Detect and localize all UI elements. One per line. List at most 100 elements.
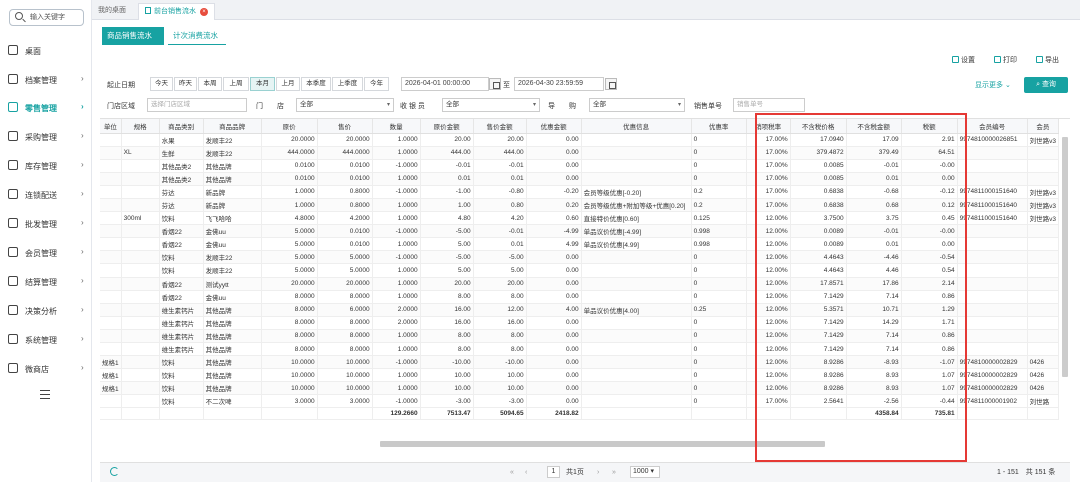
table-row[interactable]: 维生素钙片 其他品牌 8.0000 6.0000 2.0000 16.00 12.00 4.0… <box>100 303 1060 317</box>
column-header[interactable]: 单位 <box>100 119 122 134</box>
column-header[interactable]: 原价金额 <box>420 119 474 134</box>
column-header[interactable]: 会员 <box>1027 119 1060 134</box>
table-cell: -1.0000 <box>372 394 421 409</box>
sidebar-item-delivery[interactable]: 连锁配送 › <box>0 186 92 204</box>
tab-goods-sales[interactable]: 商品销售流水 <box>102 27 164 45</box>
column-header[interactable]: 优惠金额 <box>526 119 582 134</box>
date-preset-button[interactable]: 上月 <box>276 77 300 91</box>
column-header[interactable]: 售价金额 <box>473 119 527 134</box>
horizontal-scrollbar[interactable] <box>380 441 825 447</box>
calendar-icon[interactable] <box>489 78 501 90</box>
sidebar-item-analysis[interactable]: 决策分析 › <box>0 302 92 320</box>
column-header[interactable]: 售价 <box>317 119 373 134</box>
vertical-scrollbar[interactable] <box>1062 137 1068 377</box>
table-row[interactable]: 香烟22 测试yytt 20.0000 20.0000 1.0000 20.00 20.00… <box>100 277 1060 291</box>
table-row[interactable]: 芬达 新品牌 1.0000 0.8000 1.0000 1.00 0.80 0.20 会员等级优… <box>100 198 1060 213</box>
table-cell <box>957 342 1028 357</box>
date-preset-button[interactable]: 本季度 <box>301 77 331 91</box>
sidebar-item-member[interactable]: 会员管理 › <box>0 244 92 262</box>
cashier-select[interactable]: 全部 ▾ <box>442 98 540 112</box>
prev-page-button[interactable]: ‹ <box>525 467 527 478</box>
column-header[interactable]: 不含税价格 <box>790 119 847 134</box>
table-row[interactable]: 香烟22 金佛uu 5.0000 0.0100 -1.0000 -5.00 -0.01 -4.… <box>100 224 1060 239</box>
table-cell: 0.00 <box>526 263 582 278</box>
column-header[interactable]: 优惠信息 <box>581 119 692 134</box>
table-row[interactable]: 规格1 饮料 其他品牌 10.0000 10.0000 -1.0000 -10.00 -10.… <box>100 355 1060 370</box>
table-row[interactable]: 规格1 饮料 其他品牌 10.0000 10.0000 1.0000 10.00 10.00 0… <box>100 381 1060 396</box>
store-select[interactable]: 全部 ▾ <box>296 98 394 112</box>
print-button[interactable]: 打印 <box>994 55 1017 68</box>
column-header[interactable]: 税额 <box>901 119 958 134</box>
page-number-input[interactable]: 1 <box>547 466 560 478</box>
sidebar-item-inventory[interactable]: 库存管理 › <box>0 157 92 175</box>
table-row[interactable]: 其他品类2 其他品牌 0.0100 0.0100 1.0000 0.01 0.01 0.00 0… <box>100 172 1060 186</box>
table-row[interactable]: 维生素钙片 其他品牌 8.0000 8.0000 2.0000 16.00 16.00 0.0… <box>100 316 1060 330</box>
column-header[interactable]: 会员编号 <box>957 119 1028 134</box>
column-header[interactable]: 销项税率 <box>746 119 791 134</box>
sidebar-item-retail[interactable]: 零售管理 › <box>0 99 92 117</box>
next-page-button[interactable]: › <box>597 467 599 478</box>
page-size-select[interactable]: 1000 ▾ <box>630 466 660 478</box>
settings-button[interactable]: 设置 <box>952 55 975 68</box>
date-preset-button[interactable]: 上周 <box>223 77 249 91</box>
column-header[interactable]: 优惠率 <box>691 119 747 134</box>
tab-sales-flow[interactable]: 前台销售流水 × <box>138 3 215 20</box>
table-row[interactable]: 维生素钙片 其他品牌 8.0000 8.0000 1.0000 8.00 8.00 0.00 0… <box>100 342 1060 357</box>
table-row[interactable]: 饮料 不二次啤 3.0000 3.0000 -1.0000 -3.00 -3.00 0.00 0… <box>100 394 1060 409</box>
total-cell: 2418.82 <box>526 407 582 421</box>
sidebar-item-settlement[interactable]: 结算管理 › <box>0 273 92 291</box>
date-from-input[interactable]: 2026-04-01 00:00:00 <box>401 77 489 91</box>
table-cell: 0 <box>691 263 747 278</box>
sidebar-item-desktop[interactable]: 桌面 <box>0 42 92 60</box>
date-preset-button[interactable]: 今年 <box>364 77 389 91</box>
table-cell: 379.4872 <box>790 146 847 160</box>
tab-count-consume[interactable]: 计次消费流水 <box>168 27 226 45</box>
column-header[interactable]: 规格 <box>121 119 160 134</box>
table-row[interactable]: 饮料 发顺丰22 5.0000 5.0000 1.0000 5.00 5.00 0.00 0 12… <box>100 263 1060 278</box>
date-preset-button[interactable]: 昨天 <box>174 77 197 91</box>
table-row[interactable]: 维生素钙片 其他品牌 8.0000 8.0000 1.0000 8.00 8.00 0.00 0… <box>100 329 1060 344</box>
table-cell: 0.998 <box>691 224 747 239</box>
table-row[interactable]: 香烟22 金佛uu 5.0000 0.0100 1.0000 5.00 0.01 4.99 单品… <box>100 237 1060 252</box>
sidebar-item-archive[interactable]: 档案管理 › <box>0 71 92 89</box>
table-cell: 新品牌 <box>203 185 262 199</box>
column-header[interactable]: 商品品牌 <box>203 119 262 134</box>
column-header[interactable]: 原价 <box>261 119 318 134</box>
date-preset-button[interactable]: 上季度 <box>332 77 363 91</box>
table-row[interactable]: XL 生鲜 发顺丰22 444.0000 444.0000 1.0000 444.00 444… <box>100 146 1060 160</box>
sidebar-item-micro-store[interactable]: 微商店 › <box>0 360 92 378</box>
column-header[interactable]: 数量 <box>372 119 421 134</box>
calendar-icon[interactable] <box>605 78 617 90</box>
table-row[interactable]: 规格1 饮料 其他品牌 10.0000 10.0000 1.0000 10.00 10.00 0… <box>100 368 1060 383</box>
column-header[interactable]: 不含税金额 <box>846 119 902 134</box>
guide-select[interactable]: 全部 ▾ <box>589 98 685 112</box>
table-row[interactable]: 芬达 新品牌 1.0000 0.8000 -1.0000 -1.00 -0.80 -0.20 会… <box>100 185 1060 199</box>
table-cell <box>581 394 692 409</box>
date-preset-button[interactable]: 今天 <box>150 77 173 91</box>
first-page-button[interactable]: « <box>510 467 514 478</box>
tab-home[interactable]: 我的桌面 <box>92 3 132 20</box>
date-preset-button[interactable]: 本周 <box>198 77 222 91</box>
table-row[interactable]: 其他品类2 其他品牌 0.0100 0.0100 -1.0000 -0.01 -0.01 0.… <box>100 159 1060 173</box>
sidebar-item-system[interactable]: 系统管理 › <box>0 331 92 349</box>
table-row[interactable]: 300ml 饮料 飞飞哈哈 4.8000 4.2000 1.0000 4.80 4.20 0.6… <box>100 211 1060 226</box>
refresh-icon[interactable] <box>110 467 119 476</box>
column-header[interactable]: 商品类别 <box>159 119 204 134</box>
sidebar-item-purchase[interactable]: 采购管理 › <box>0 128 92 146</box>
store-area-input[interactable]: 选择门店区域 <box>147 98 247 112</box>
sidebar-item-wholesale[interactable]: 批发管理 › <box>0 215 92 233</box>
order-no-input[interactable]: 销售单号 <box>733 98 805 112</box>
table-row[interactable]: 饮料 发顺丰22 5.0000 5.0000 -1.0000 -5.00 -5.00 0.00… <box>100 250 1060 265</box>
close-icon[interactable]: × <box>200 8 208 16</box>
date-to-input[interactable]: 2026-04-30 23:59:59 <box>514 77 604 91</box>
export-button[interactable]: 导出 <box>1036 55 1059 68</box>
last-page-button[interactable]: » <box>612 467 616 478</box>
table-row[interactable]: 水果 发顺丰22 20.0000 20.0000 1.0000 20.00 20.00 0.0… <box>100 133 1060 147</box>
query-button[interactable]: ⌕ 查询 <box>1024 77 1068 93</box>
table-cell <box>581 316 692 330</box>
search-input[interactable]: 输入关键字 <box>9 9 84 26</box>
menu-collapse-icon[interactable] <box>40 390 50 399</box>
date-preset-button[interactable]: 本月 <box>250 77 275 91</box>
show-more-link[interactable]: 显示更多 ⌄ <box>975 80 1011 90</box>
table-row[interactable]: 香烟22 金佛uu 8.0000 8.0000 1.0000 8.00 8.00 0.00 0 1… <box>100 290 1060 304</box>
